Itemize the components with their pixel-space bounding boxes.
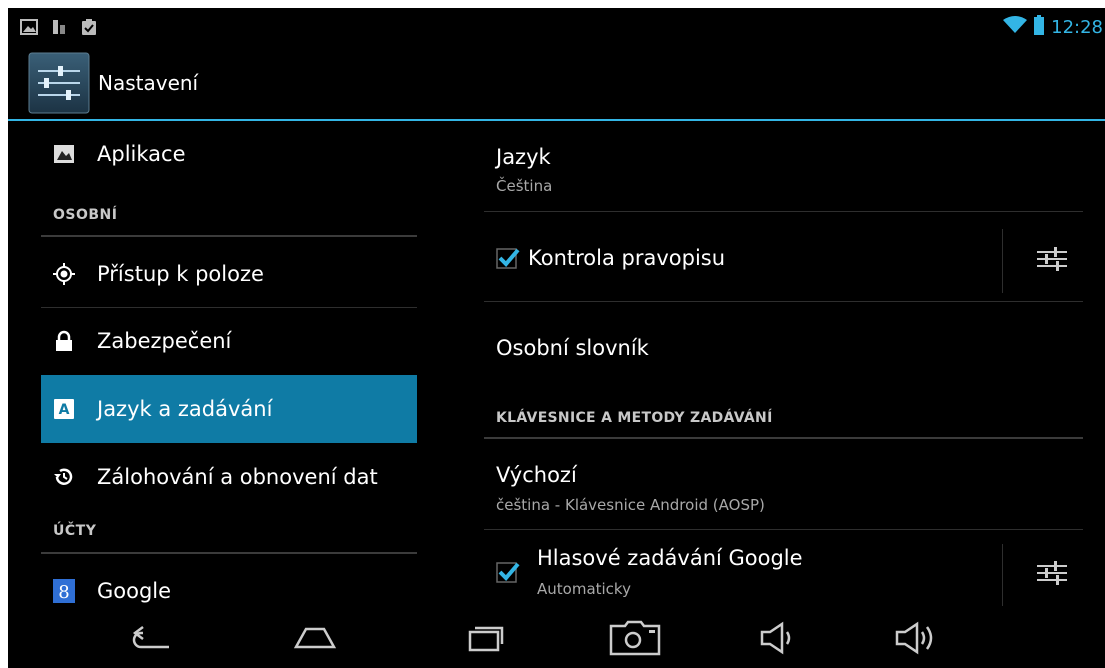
language-icon: A — [53, 398, 75, 420]
backup-icon — [53, 466, 75, 488]
clipboard-check-icon — [80, 18, 98, 36]
svg-text:A: A — [59, 402, 70, 418]
volume-down-icon[interactable] — [748, 616, 808, 660]
row-summary: Čeština — [496, 177, 553, 195]
spellcheck-settings-icon[interactable] — [1032, 239, 1072, 279]
sidebar-item-label: Google — [97, 579, 172, 603]
language-row[interactable]: Jazyk Čeština — [484, 121, 1083, 210]
volume-up-icon[interactable] — [886, 616, 946, 660]
sidebar-item-label: Přístup k poloze — [97, 262, 264, 286]
recents-icon[interactable] — [456, 616, 516, 660]
row-title: Jazyk — [496, 145, 551, 169]
svg-text:8: 8 — [58, 582, 69, 603]
voice-input-checkbox[interactable] — [496, 560, 520, 584]
section-header-accounts: ÚČTY — [53, 523, 97, 539]
voice-input-row[interactable]: Hlasové zadávání Google Automaticky — [484, 530, 999, 608]
default-keyboard-row[interactable]: Výchozí čeština - Klávesnice Android (AO… — [484, 441, 1083, 528]
navigation-bar — [8, 608, 1105, 668]
section-divider — [41, 552, 417, 554]
section-divider — [41, 235, 417, 237]
settings-sliders-icon[interactable] — [28, 52, 90, 114]
vertical-divider — [1002, 229, 1003, 293]
sidebar-item-language[interactable]: A Jazyk a zadávání — [41, 375, 417, 443]
status-bar: 12:28 — [8, 8, 1105, 46]
row-summary: Automaticky — [537, 580, 631, 598]
spellcheck-row[interactable]: Kontrola pravopisu — [484, 212, 999, 301]
apps-icon — [53, 143, 75, 165]
page-title: Nastavení — [98, 70, 199, 95]
wifi-icon — [1003, 16, 1028, 38]
section-header-personal: OSOBNÍ — [53, 207, 118, 223]
settings-categories: Aplikace OSOBNÍ Přístup k poloze Zabezpe… — [41, 121, 417, 608]
sidebar-item-location[interactable]: Přístup k poloze — [41, 241, 417, 307]
vertical-divider — [1002, 544, 1003, 606]
section-header-keyboards: KLÁVESNICE A METODY ZADÁVÁNÍ — [496, 410, 773, 426]
lock-icon — [53, 330, 75, 352]
language-settings-panel: Jazyk Čeština Kontrola pravopisu Osobní … — [484, 121, 1083, 608]
sidebar-item-label: Jazyk a zadávání — [97, 397, 273, 421]
row-title: Hlasové zadávání Google — [537, 546, 803, 570]
location-icon — [53, 263, 75, 285]
sidebar-item-label: Zálohování a obnovení dat — [97, 465, 378, 489]
home-icon[interactable] — [285, 616, 345, 660]
personal-dictionary-row[interactable]: Osobní slovník — [484, 302, 1083, 391]
row-summary: čeština - Klávesnice Android (AOSP) — [496, 496, 765, 514]
row-title: Výchozí — [496, 463, 577, 487]
sidebar-item-apps[interactable]: Aplikace — [41, 121, 417, 187]
row-title: Kontrola pravopisu — [528, 246, 726, 270]
usb-icon — [50, 18, 68, 36]
sidebar-item-security[interactable]: Zabezpečení — [41, 308, 417, 374]
gallery-icon — [20, 18, 38, 36]
back-icon[interactable] — [123, 616, 183, 660]
spellcheck-checkbox[interactable] — [496, 246, 520, 270]
google-icon: 8 — [53, 579, 75, 603]
voice-input-settings-icon[interactable] — [1032, 553, 1072, 593]
battery-icon — [1033, 15, 1045, 39]
row-title: Osobní slovník — [496, 336, 649, 360]
status-clock: 12:28 — [1051, 16, 1103, 38]
action-bar: Nastavení — [8, 46, 1105, 121]
section-divider — [484, 437, 1083, 439]
android-screen: 12:28 Nastavení Aplikace OSOBNÍ Přístup … — [8, 8, 1105, 668]
sidebar-item-label: Zabezpečení — [97, 329, 232, 353]
screenshot-icon[interactable] — [605, 616, 665, 660]
sidebar-item-backup[interactable]: Zálohování a obnovení dat — [41, 444, 417, 510]
sidebar-item-label: Aplikace — [97, 142, 186, 166]
